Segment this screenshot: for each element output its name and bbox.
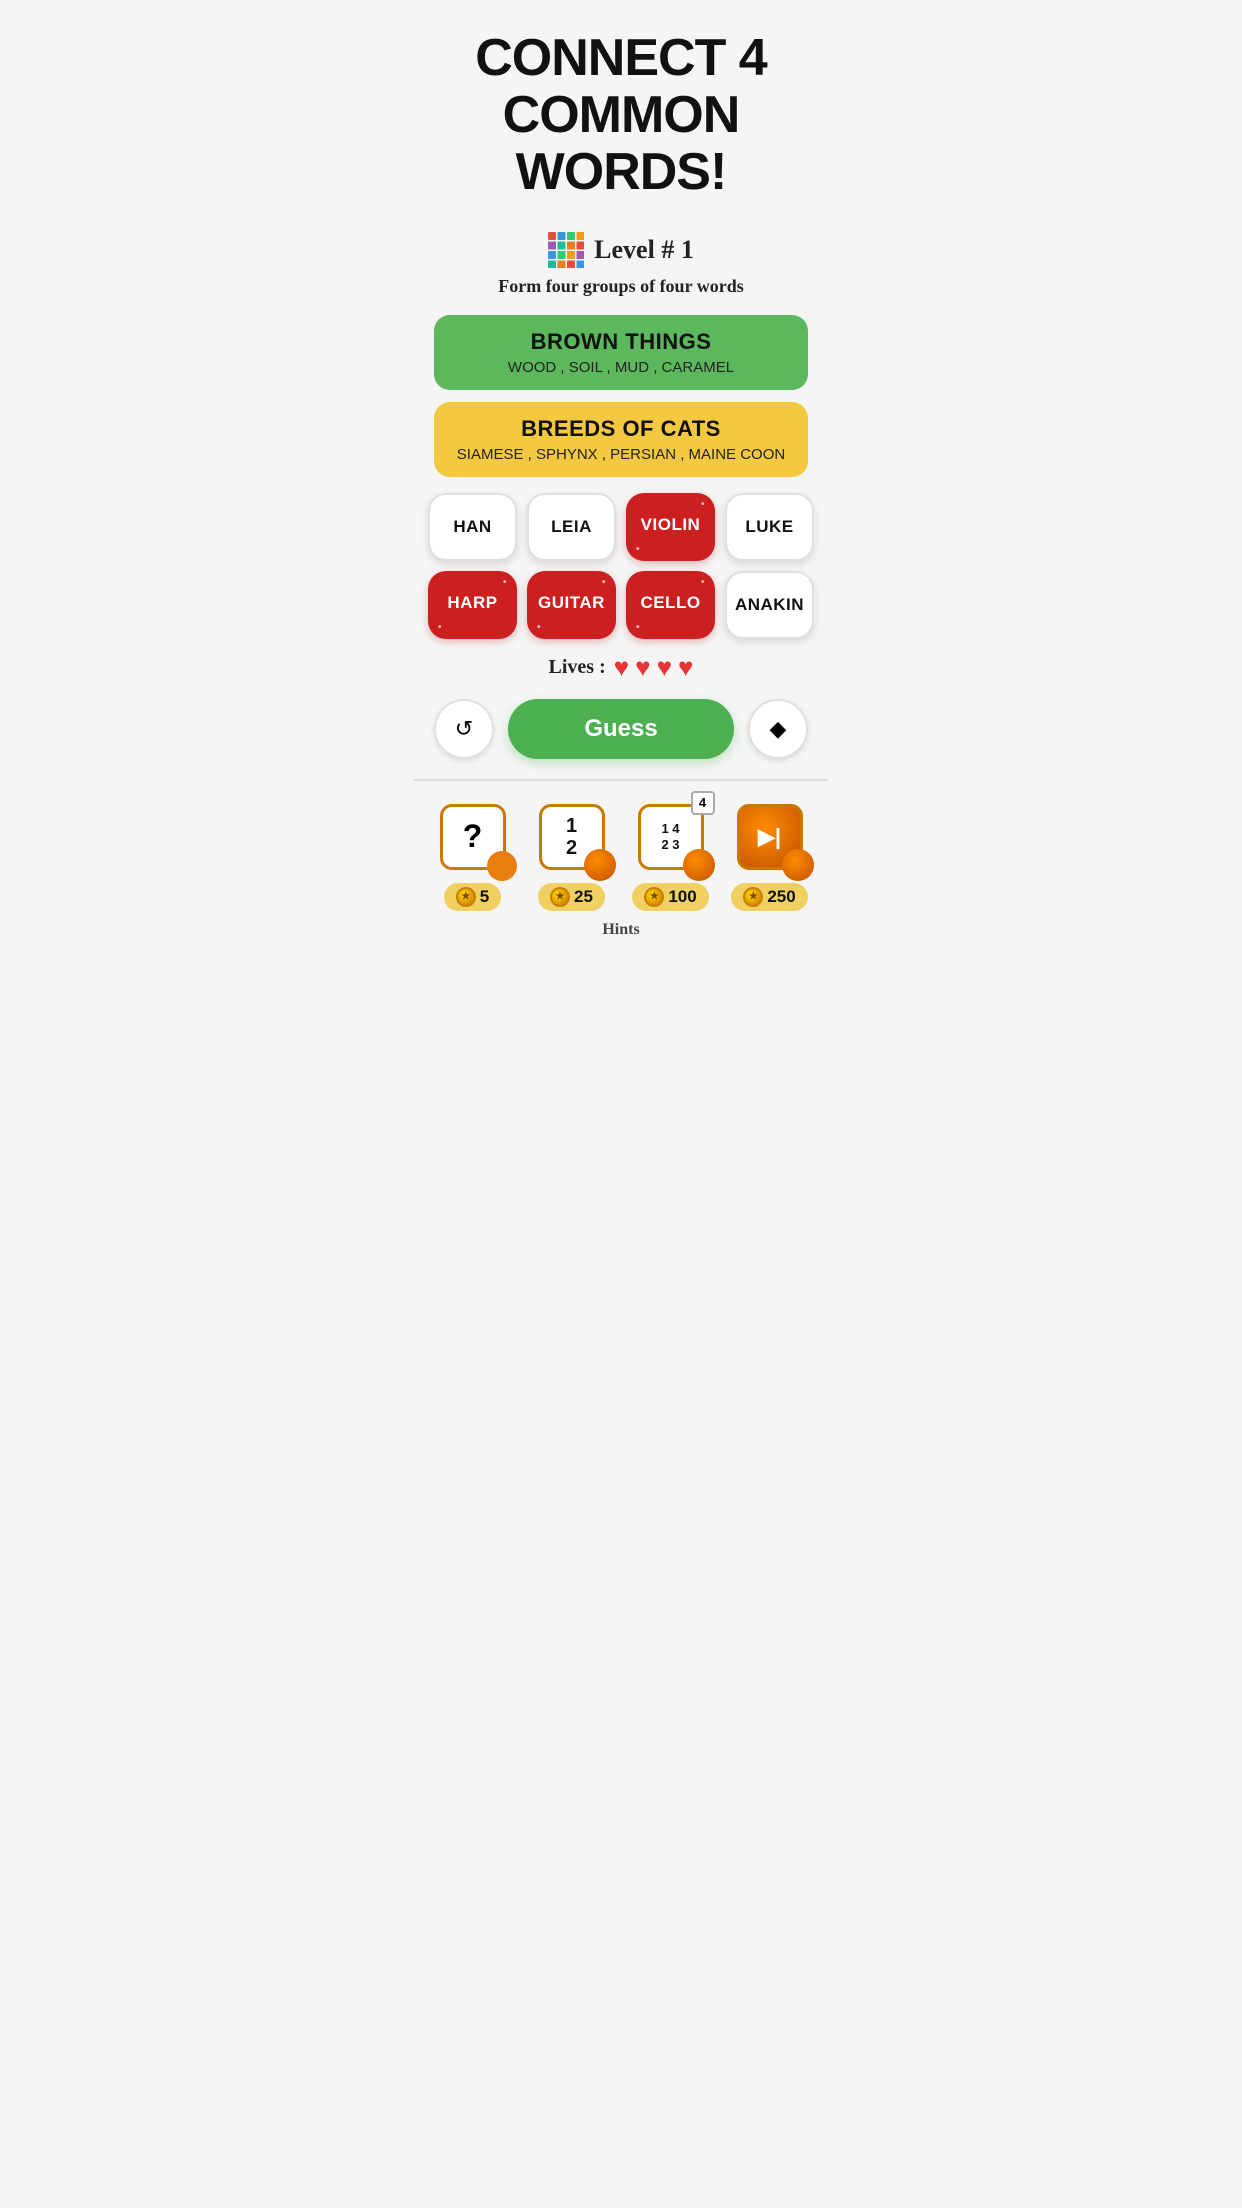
page: CONNECT 4 COMMON WORDS! Level # 1 Form f… — [414, 0, 828, 939]
word-tile-han[interactable]: HAN — [428, 493, 517, 561]
shuffle-icon: ↺ — [455, 716, 473, 742]
page-title: CONNECT 4 COMMON WORDS! — [414, 0, 828, 222]
level-icon — [548, 232, 584, 268]
hint-skip-price: 250 — [767, 887, 795, 907]
coin-icon-4: ★ — [743, 887, 763, 907]
word-grid: HANLEIAVIOLINLUKE HARPGUITARCELLOANAKIN — [428, 493, 814, 639]
heart-2: ♥ — [635, 653, 650, 683]
coin-icon-3: ★ — [644, 887, 664, 907]
category-green-words: WOOD , SOIL , MUD , CARAMEL — [454, 359, 788, 376]
word-tile-guitar[interactable]: GUITAR — [527, 571, 616, 639]
hint-arrange-price: 100 — [668, 887, 696, 907]
level-label: Level # 1 — [594, 235, 694, 265]
hint-arrange[interactable]: 1 42 3 4 ★ 100 — [626, 797, 715, 911]
shuffle-button[interactable]: ↺ — [434, 699, 494, 759]
hint-arrange-card: 1 42 3 4 — [631, 797, 711, 877]
hint-sort-badge — [584, 849, 616, 881]
subtitle: Form four groups of four words — [414, 276, 828, 297]
hint-sort-price: 25 — [574, 887, 593, 907]
hint-arrange-top-badge: 4 — [691, 791, 715, 815]
heart-4: ♥ — [678, 653, 693, 683]
word-tile-leia[interactable]: LEIA — [527, 493, 616, 561]
coin-icon-2: ★ — [550, 887, 570, 907]
hint-reveal-cost: ★ 5 — [444, 883, 501, 911]
hint-sort-cost: ★ 25 — [538, 883, 605, 911]
erase-icon: ◆ — [770, 716, 787, 742]
hint-skip-badge — [782, 849, 814, 881]
category-yellow-title: BREEDS OF CATS — [454, 416, 788, 442]
hints-section: ? ★ 5 12 ★ 25 1 42 3 4 ★ 100 ▶| ★ — [414, 779, 828, 939]
lives-row: Lives : ♥♥♥♥ — [414, 653, 828, 683]
hint-reveal-price: 5 — [480, 887, 489, 907]
level-row: Level # 1 — [414, 232, 828, 268]
lives-label: Lives : — [549, 656, 606, 679]
hint-reveal-card: ? — [433, 797, 513, 877]
hints-grid: ? ★ 5 12 ★ 25 1 42 3 4 ★ 100 ▶| ★ — [428, 797, 814, 911]
category-green-title: BROWN THINGS — [454, 329, 788, 355]
heart-1: ♥ — [614, 653, 629, 683]
hint-skip[interactable]: ▶| ★ 250 — [725, 797, 814, 911]
hint-reveal-badge — [487, 851, 517, 881]
hints-label: Hints — [414, 921, 828, 939]
hint-skip-cost: ★ 250 — [731, 883, 807, 911]
coin-icon-1: ★ — [456, 887, 476, 907]
hint-sort[interactable]: 12 ★ 25 — [527, 797, 616, 911]
category-yellow-words: SIAMESE , SPHYNX , PERSIAN , MAINE COON — [454, 446, 788, 463]
hint-reveal[interactable]: ? ★ 5 — [428, 797, 517, 911]
word-tile-cello[interactable]: CELLO — [626, 571, 715, 639]
hearts: ♥♥♥♥ — [614, 653, 694, 683]
word-tile-violin[interactable]: VIOLIN — [626, 493, 715, 561]
word-tile-luke[interactable]: LUKE — [725, 493, 814, 561]
action-row: ↺ Guess ◆ — [434, 699, 808, 759]
category-yellow: BREEDS OF CATS SIAMESE , SPHYNX , PERSIA… — [434, 402, 808, 477]
hint-arrange-cost: ★ 100 — [632, 883, 708, 911]
guess-button[interactable]: Guess — [508, 699, 734, 759]
hint-arrange-badge — [683, 849, 715, 881]
word-tile-anakin[interactable]: ANAKIN — [725, 571, 814, 639]
erase-button[interactable]: ◆ — [748, 699, 808, 759]
category-green: BROWN THINGS WOOD , SOIL , MUD , CARAMEL — [434, 315, 808, 390]
word-tile-harp[interactable]: HARP — [428, 571, 517, 639]
heart-3: ♥ — [657, 653, 672, 683]
hint-skip-card: ▶| — [730, 797, 810, 877]
hint-sort-card: 12 — [532, 797, 612, 877]
